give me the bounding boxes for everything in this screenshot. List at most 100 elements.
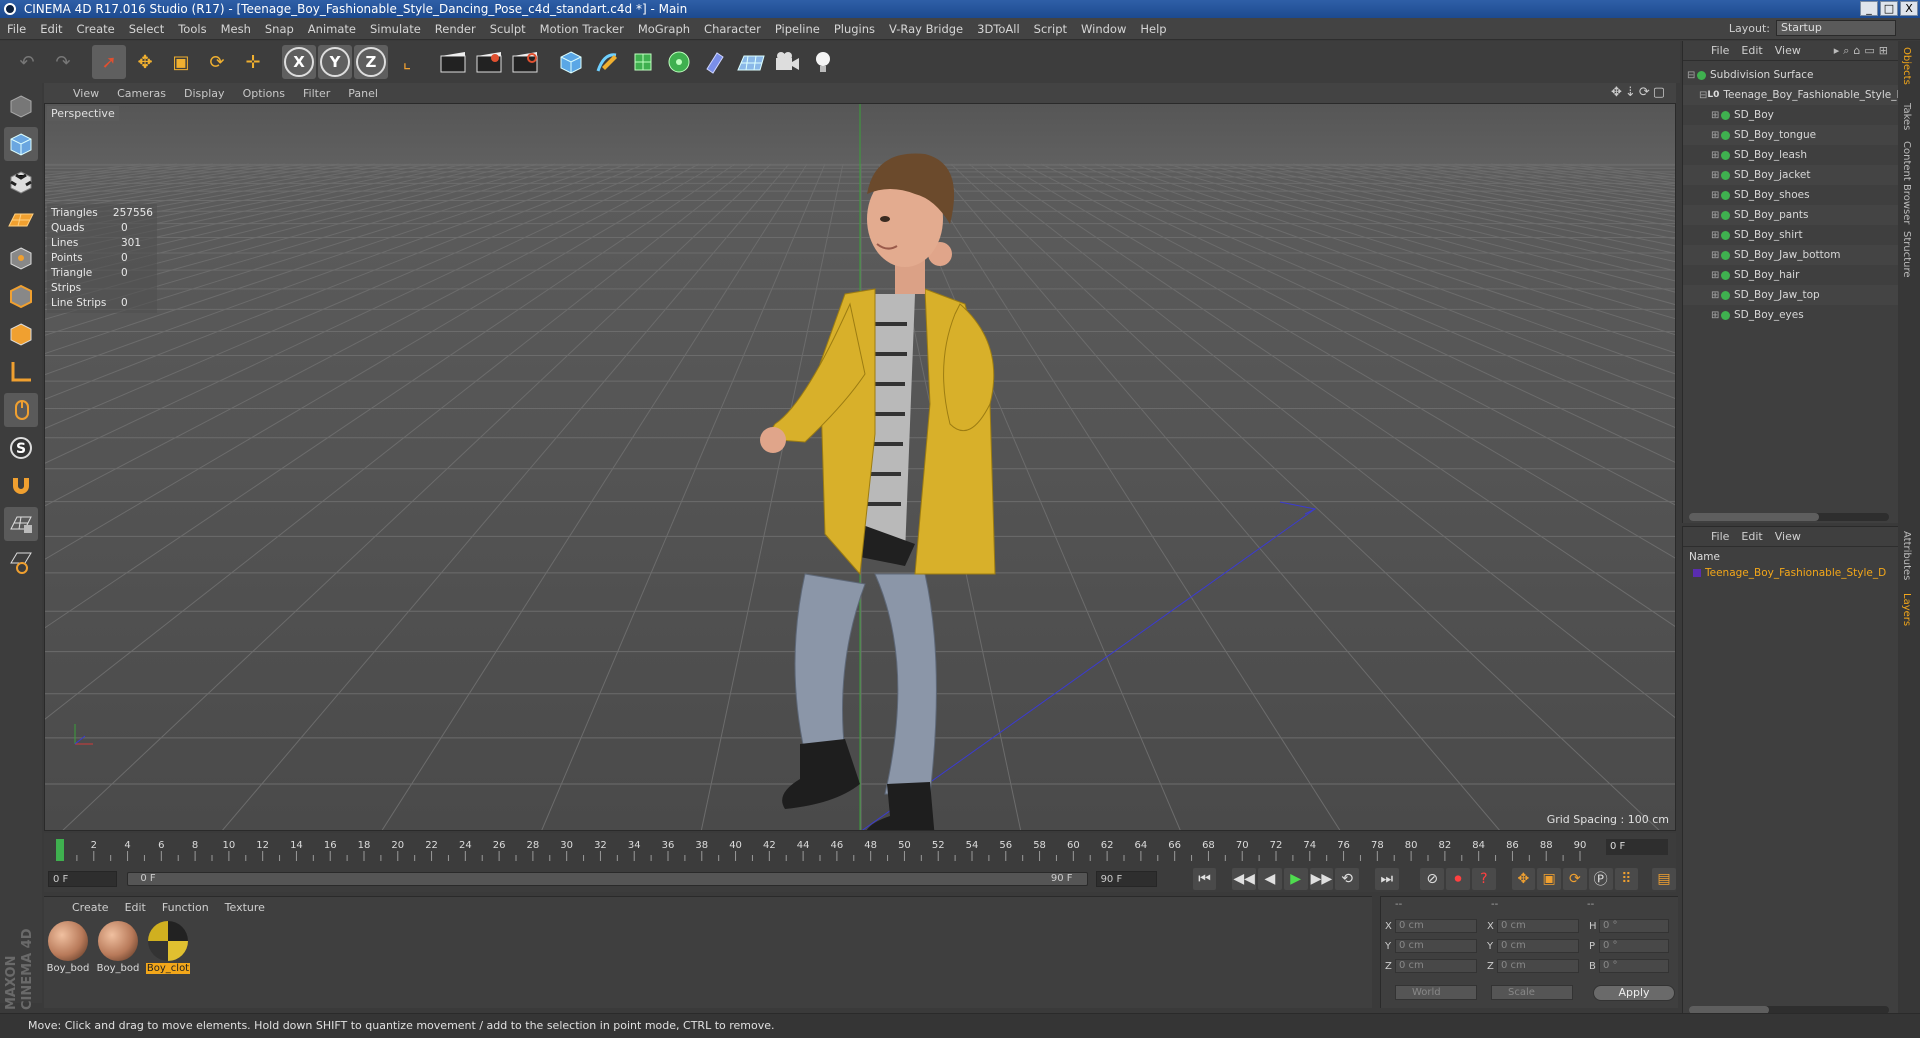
menu-window[interactable]: Window xyxy=(1074,18,1133,40)
record-active-keys-icon[interactable]: ⏺ xyxy=(1446,868,1470,890)
transform-tool-icon[interactable]: ✛ xyxy=(236,45,270,79)
menu-mesh[interactable]: Mesh xyxy=(214,18,258,40)
size-z-field[interactable]: 0 cm xyxy=(1497,959,1579,973)
play-forward-icon[interactable]: ▶ xyxy=(1283,868,1308,890)
viewport-menu-panel[interactable]: Panel xyxy=(339,87,387,100)
subdivision-surface-icon[interactable] xyxy=(626,45,660,79)
floor-icon[interactable] xyxy=(734,45,768,79)
menu-motion-tracker[interactable]: Motion Tracker xyxy=(533,18,631,40)
object-tree-item[interactable]: ⊞ SD_Boy_jacket xyxy=(1683,165,1898,185)
tree-expand-icon[interactable]: ⊞ xyxy=(1711,110,1721,121)
key-rotation-icon[interactable]: ⟳ xyxy=(1563,868,1587,890)
autokeying-icon[interactable]: ? xyxy=(1471,868,1496,890)
size-y-field[interactable]: 0 cm xyxy=(1497,939,1579,953)
om-menu-file[interactable]: File xyxy=(1705,44,1735,57)
select-tool-icon[interactable]: ➚ xyxy=(92,45,126,79)
close-button[interactable]: X xyxy=(1900,1,1918,16)
tab-objects[interactable]: Objects xyxy=(1901,47,1912,85)
go-to-end-icon[interactable]: ⏭ xyxy=(1374,868,1399,890)
menu-tools[interactable]: Tools xyxy=(171,18,213,40)
record-disabled-icon[interactable]: ⊘ xyxy=(1420,868,1445,890)
x-axis-lock-button[interactable]: X xyxy=(282,45,316,79)
object-manager-scrollbar[interactable] xyxy=(1689,513,1889,521)
viewport-menu-view[interactable]: View xyxy=(64,87,108,100)
workplane-axis-icon[interactable] xyxy=(4,545,38,579)
texture-mode-icon[interactable] xyxy=(4,165,38,199)
tree-expand-icon[interactable]: ⊞ xyxy=(1711,230,1721,241)
workplane-mode-icon[interactable] xyxy=(4,203,38,237)
position-z-field[interactable]: 0 cm xyxy=(1395,959,1477,973)
scale-tool-icon[interactable]: ▣ xyxy=(164,45,198,79)
menu-pipeline[interactable]: Pipeline xyxy=(768,18,827,40)
position-y-field[interactable]: 0 cm xyxy=(1395,939,1477,953)
object-tree-item[interactable]: ⊞ SD_Boy_tongue xyxy=(1683,125,1898,145)
key-parameter-icon[interactable]: Ⓟ xyxy=(1588,868,1613,890)
om-menu-view[interactable]: View xyxy=(1769,44,1807,57)
menu-3dtoall[interactable]: 3DToAll xyxy=(970,18,1027,40)
menu-render[interactable]: Render xyxy=(428,18,483,40)
undo-icon[interactable]: ↶ xyxy=(10,45,44,79)
3d-viewport[interactable]: Perspective Triangles 257556 Quads 0 Lines… xyxy=(44,103,1676,831)
object-tree-item[interactable]: ⊞ SD_Boy_shoes xyxy=(1683,185,1898,205)
coordinate-system-icon[interactable]: ⌞ xyxy=(390,45,424,79)
apply-button[interactable]: Apply xyxy=(1593,985,1675,1001)
timeline-window-icon[interactable]: ▤ xyxy=(1652,868,1676,890)
material-menu-texture[interactable]: Texture xyxy=(217,901,273,914)
menu-simulate[interactable]: Simulate xyxy=(363,18,428,40)
tree-expand-icon[interactable]: ⊞ xyxy=(1711,190,1721,201)
end-frame-field[interactable]: 90 F xyxy=(1095,871,1157,887)
tree-expand-icon[interactable]: ⊞ xyxy=(1711,290,1721,301)
object-tree-item[interactable]: ⊟ L0 Teenage_Boy_Fashionable_Style_D xyxy=(1683,85,1905,105)
render-picture-viewer-icon[interactable] xyxy=(472,45,506,79)
viewport-menu-options[interactable]: Options xyxy=(234,87,294,100)
cloner-icon[interactable] xyxy=(662,45,696,79)
rotation-h-field[interactable]: 0 ° xyxy=(1599,919,1669,933)
go-to-start-icon[interactable]: ⏮ xyxy=(1192,868,1217,890)
menu-mograph[interactable]: MoGraph xyxy=(631,18,697,40)
points-mode-icon[interactable] xyxy=(4,241,38,275)
start-frame-field[interactable]: 0 F xyxy=(48,871,118,887)
layer-color-swatch[interactable] xyxy=(1693,569,1701,577)
render-view-icon[interactable] xyxy=(436,45,470,79)
solo-mode-icon[interactable]: S xyxy=(4,431,38,465)
rotation-b-field[interactable]: 0 ° xyxy=(1599,959,1669,973)
loop-icon[interactable]: ⟲ xyxy=(1335,868,1360,890)
menu-character[interactable]: Character xyxy=(697,18,768,40)
menu-vray-bridge[interactable]: V-Ray Bridge xyxy=(882,18,970,40)
previous-frame-icon[interactable]: ◀ xyxy=(1258,868,1282,890)
viewport-navigation-icons[interactable]: ✥⇣⟳▢ xyxy=(1611,85,1668,100)
tree-expand-icon[interactable]: ⊞ xyxy=(1711,310,1721,321)
lm-menu-edit[interactable]: Edit xyxy=(1735,530,1768,543)
model-mode-icon[interactable] xyxy=(4,127,38,161)
tree-expand-icon[interactable]: ⊟ xyxy=(1687,70,1697,81)
light-icon[interactable] xyxy=(806,45,840,79)
cube-primitive-icon[interactable] xyxy=(554,45,588,79)
deformer-icon[interactable] xyxy=(698,45,732,79)
material-menu-create[interactable]: Create xyxy=(64,901,117,914)
lm-menu-view[interactable]: View xyxy=(1769,530,1807,543)
om-menu-edit[interactable]: Edit xyxy=(1735,44,1768,57)
tree-expand-icon[interactable]: ⊞ xyxy=(1711,270,1721,281)
timeline-ruler[interactable]: 0246810121416182022242628303234363840424… xyxy=(54,837,1602,865)
tree-expand-icon[interactable]: ⊞ xyxy=(1711,130,1721,141)
object-tree-item[interactable]: ⊞ SD_Boy_Jaw_bottom xyxy=(1683,245,1898,265)
menu-help[interactable]: Help xyxy=(1133,18,1173,40)
previous-key-icon[interactable]: ◀◀ xyxy=(1232,868,1257,890)
z-axis-lock-button[interactable]: Z xyxy=(354,45,388,79)
rotation-p-field[interactable]: 0 ° xyxy=(1599,939,1669,953)
menu-edit[interactable]: Edit xyxy=(33,18,69,40)
scale-mode-dropdown[interactable]: Scale xyxy=(1491,985,1573,1000)
coordinate-space-dropdown[interactable]: World xyxy=(1395,985,1477,1000)
pen-spline-icon[interactable] xyxy=(590,45,624,79)
menu-script[interactable]: Script xyxy=(1027,18,1074,40)
playhead[interactable] xyxy=(56,839,64,861)
y-axis-lock-button[interactable]: Y xyxy=(318,45,352,79)
snap-magnet-icon[interactable] xyxy=(4,469,38,503)
tweak-mode-icon[interactable] xyxy=(4,393,38,427)
layout-dropdown[interactable]: Startup xyxy=(1776,20,1896,36)
object-tree-item[interactable]: ⊞ SD_Boy_eyes xyxy=(1683,305,1898,325)
minimize-button[interactable]: _ xyxy=(1860,1,1878,16)
maximize-button[interactable]: □ xyxy=(1880,1,1898,16)
material-menu-edit[interactable]: Edit xyxy=(117,901,154,914)
tree-expand-icon[interactable]: ⊞ xyxy=(1711,150,1721,161)
